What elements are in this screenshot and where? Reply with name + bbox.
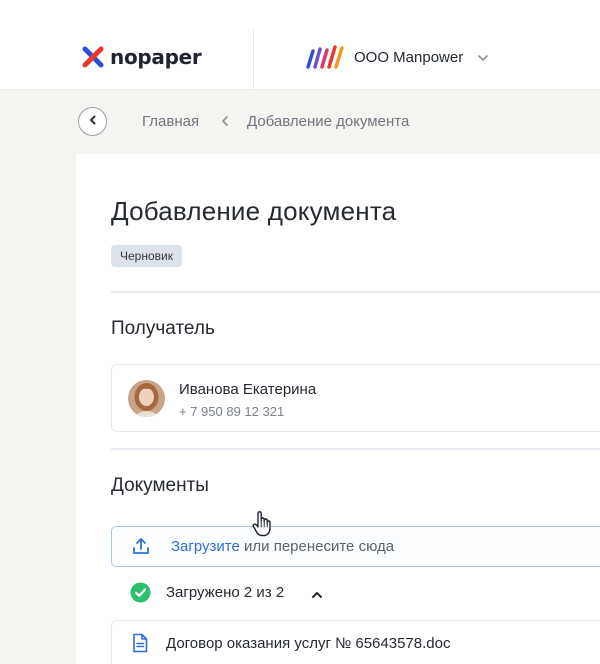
chevron-up-icon[interactable] xyxy=(311,587,323,598)
breadcrumb-separator-icon xyxy=(220,114,230,128)
breadcrumb-home[interactable]: Главная xyxy=(142,113,199,130)
app-logo[interactable]: nopaper xyxy=(82,45,202,69)
check-circle-icon xyxy=(130,582,151,603)
company-switcher[interactable]: ООО Manpower xyxy=(304,45,489,69)
top-header: nopaper ООО Manpower xyxy=(0,0,600,90)
chevron-left-icon xyxy=(87,113,99,131)
upload-status-text: Загружено 2 из 2 xyxy=(166,584,285,601)
recipient-name: Иванова Екатерина xyxy=(179,381,317,398)
recipient-phone: + 7 950 89 12 321 xyxy=(179,404,285,419)
recipient-card[interactable] xyxy=(111,364,600,432)
header-divider xyxy=(253,30,254,90)
upload-hint: или перенесите сюда xyxy=(239,538,395,555)
hand-pointer-icon xyxy=(251,510,273,538)
status-badge: Черновик xyxy=(111,245,182,267)
avatar xyxy=(128,380,165,417)
recipient-section-title: Получатель xyxy=(111,318,215,339)
upload-link[interactable]: Загрузите xyxy=(171,538,240,555)
back-button[interactable] xyxy=(78,107,107,136)
upload-text: Загрузите или перенесите сюда xyxy=(171,538,394,555)
divider xyxy=(111,291,600,293)
chevron-down-icon[interactable] xyxy=(477,51,489,63)
logo-mark-icon xyxy=(82,46,104,68)
logo-text: nopaper xyxy=(110,45,202,69)
company-logo-icon xyxy=(304,45,346,69)
company-name: ООО Manpower xyxy=(354,48,464,66)
documents-section-title: Документы xyxy=(111,475,209,496)
breadcrumb-current: Добавление документа xyxy=(247,113,410,130)
file-name: Договор оказания услуг № 65643578.doc xyxy=(166,635,451,652)
document-icon xyxy=(132,633,148,653)
upload-icon xyxy=(131,536,151,556)
page-title: Добавление документа xyxy=(111,196,397,226)
divider xyxy=(111,448,600,450)
